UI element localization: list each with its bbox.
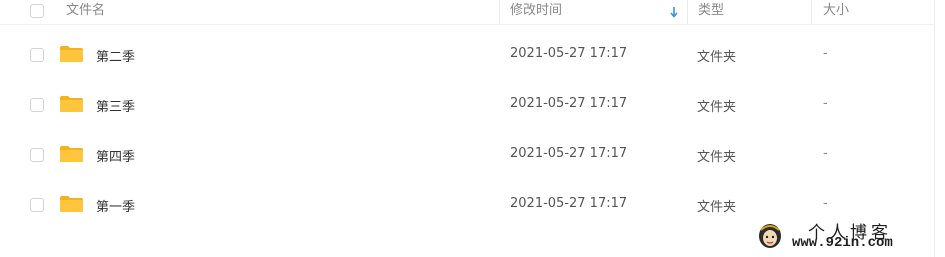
row-checkbox[interactable]: [30, 198, 44, 212]
table-row[interactable]: 第四季 2021-05-27 17:17 文件夹 -: [0, 130, 935, 180]
table-row[interactable]: 第二季 2021-05-27 17:17 文件夹 -: [0, 30, 935, 80]
file-mtime: 2021-05-27 17:17: [510, 46, 628, 61]
file-type: 文件夹: [697, 150, 737, 165]
file-name[interactable]: 第二季: [96, 46, 135, 65]
column-header-mtime[interactable]: 修改时间: [510, 0, 562, 24]
column-divider[interactable]: [687, 0, 688, 24]
file-size: -: [823, 46, 828, 61]
column-header-type[interactable]: 类型: [698, 0, 724, 24]
file-mtime: 2021-05-27 17:17: [510, 196, 628, 211]
file-type: 文件夹: [697, 200, 737, 215]
file-list-header: 文件名 修改时间 类型 大小: [0, 0, 935, 25]
watermark: 个人博客 www.92in.com: [756, 218, 936, 254]
table-row[interactable]: 第三季 2021-05-27 17:17 文件夹 -: [0, 80, 935, 130]
folder-icon: [60, 146, 83, 162]
file-size: -: [823, 96, 828, 111]
select-all-checkbox[interactable]: [30, 4, 44, 18]
avatar-icon: [759, 224, 781, 248]
file-type: 文件夹: [697, 50, 737, 65]
row-checkbox[interactable]: [30, 98, 44, 112]
file-list-page: 文件名 修改时间 类型 大小 第二季 2021-05-27 17:17 文件夹 …: [0, 0, 945, 257]
file-size: -: [823, 196, 828, 211]
watermark-url: www.92in.com: [792, 235, 893, 251]
file-name[interactable]: 第一季: [96, 196, 135, 215]
column-header-size[interactable]: 大小: [823, 0, 849, 24]
column-divider[interactable]: [499, 0, 500, 24]
file-name[interactable]: 第三季: [96, 96, 135, 115]
arrow-down-icon[interactable]: [668, 5, 680, 19]
row-checkbox[interactable]: [30, 148, 44, 162]
column-divider[interactable]: [811, 0, 812, 24]
file-name[interactable]: 第四季: [96, 146, 135, 165]
file-size: -: [823, 146, 828, 161]
folder-icon: [60, 96, 83, 112]
folder-icon: [60, 196, 83, 212]
file-mtime: 2021-05-27 17:17: [510, 146, 628, 161]
row-checkbox[interactable]: [30, 48, 44, 62]
folder-icon: [60, 46, 83, 62]
file-type: 文件夹: [697, 100, 737, 115]
column-header-name[interactable]: 文件名: [66, 0, 105, 24]
file-mtime: 2021-05-27 17:17: [510, 96, 628, 111]
